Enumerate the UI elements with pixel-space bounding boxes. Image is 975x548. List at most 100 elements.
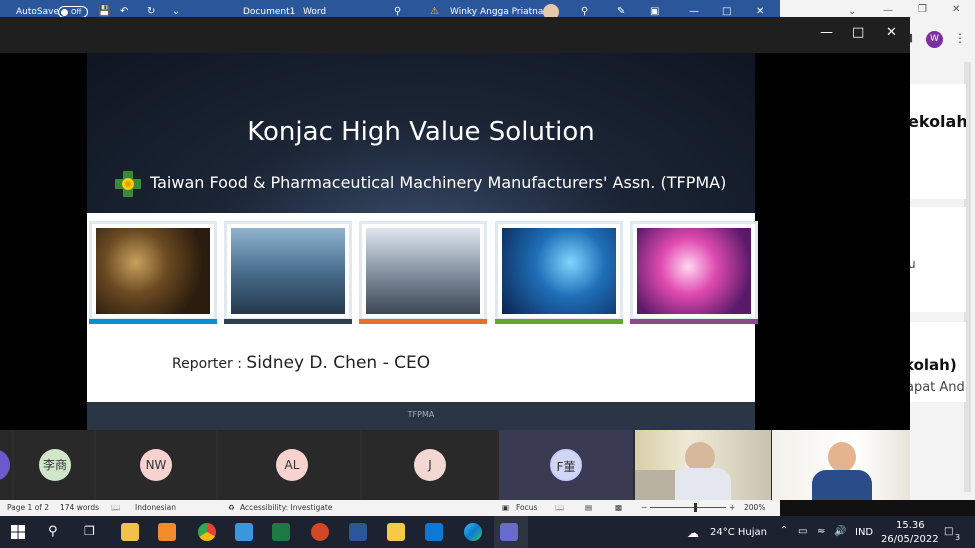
zoom-level[interactable]: 200% [744, 503, 765, 512]
minimize-icon[interactable]: — [883, 5, 893, 16]
close-icon[interactable]: ✕ [886, 25, 897, 40]
read-mode-icon[interactable]: 📖 [555, 503, 564, 512]
background-browser-content: ekolah u kolah) apat And [910, 52, 975, 500]
slide-title: Konjac High Value Solution [247, 117, 595, 147]
slide-photo-ai [495, 221, 623, 324]
globe-icon[interactable]: ⚲ [581, 6, 588, 17]
customize-icon[interactable]: ⌄ [172, 6, 180, 17]
undo-icon[interactable]: ↶ [120, 6, 128, 17]
excel-icon[interactable] [272, 523, 290, 541]
photo-accent-bar [224, 319, 352, 324]
notification-icon[interactable]: □ [944, 526, 953, 537]
participant-video[interactable] [772, 430, 910, 500]
clock-date[interactable]: 26/05/2022 [881, 534, 939, 545]
slide-photo-digital [224, 221, 352, 324]
battery-icon[interactable]: ▭ [798, 526, 807, 537]
chevron-down-icon[interactable]: ⌄ [848, 6, 856, 17]
photo-accent-bar [359, 319, 487, 324]
participants-strip: 李商 NW AL J F董 [0, 430, 910, 500]
participant-tile[interactable] [0, 430, 12, 500]
content-card[interactable]: ekolah [910, 84, 966, 199]
pen-icon[interactable]: ✎ [617, 6, 625, 17]
participant-video[interactable] [635, 430, 771, 500]
participant-avatar: AL [276, 449, 308, 481]
zoom-out-icon[interactable]: − [641, 503, 647, 512]
minimize-icon[interactable]: — [820, 25, 833, 40]
menu-icon[interactable]: ⋮ [954, 31, 966, 45]
word-count[interactable]: 174 words [60, 503, 99, 512]
save-icon[interactable]: 💾 [98, 6, 110, 17]
participant-tile[interactable]: AL [218, 430, 360, 500]
restore-icon[interactable]: ❐ [918, 4, 927, 15]
web-layout-icon[interactable]: ▩ [615, 503, 622, 512]
word-icon[interactable] [349, 523, 367, 541]
slide-photo-ferris-wheel [630, 221, 758, 324]
chevron-up-icon[interactable]: ⌃ [780, 525, 788, 536]
media-player-icon[interactable] [158, 523, 176, 541]
focus-icon: ▣ [502, 503, 510, 512]
store-icon[interactable] [425, 523, 443, 541]
participant-tile[interactable]: J [362, 430, 497, 500]
slide-photo-factory [359, 221, 487, 324]
notification-count: 3 [955, 533, 961, 542]
content-card[interactable]: u [910, 207, 966, 312]
maximize-icon[interactable]: □ [722, 6, 731, 17]
participant-tile-speaking[interactable]: F董 [499, 430, 633, 500]
autosave-label: AutoSave [16, 7, 59, 17]
file-explorer-icon[interactable] [121, 523, 139, 541]
search-icon[interactable]: ⚲ [48, 524, 58, 539]
warning-icon: ⚠ [430, 6, 439, 17]
weather-text[interactable]: 24°C Hujan [710, 527, 767, 538]
accessibility-status[interactable]: Accessibility: Investigate [240, 503, 332, 512]
reporter-name: Sidney D. Chen - CEO [246, 353, 431, 373]
participant-tile[interactable]: NW [96, 430, 216, 500]
files-icon[interactable] [387, 523, 405, 541]
content-card[interactable]: kolah) apat And [910, 322, 966, 402]
clock-time[interactable]: 15.36 [896, 520, 925, 531]
powerpoint-icon[interactable] [311, 523, 329, 541]
edge-icon[interactable] [464, 523, 482, 541]
participant-avatar: 李商 [39, 449, 71, 481]
person-body [671, 468, 731, 500]
task-view-icon[interactable]: ❐ [84, 524, 95, 538]
app-icon[interactable] [235, 523, 253, 541]
language[interactable]: Indonesian [135, 503, 176, 512]
print-layout-icon[interactable]: ▤ [585, 503, 592, 512]
photo-accent-bar [495, 319, 623, 324]
windows-taskbar: ⚲ ❐ ☁ 24°C Hujan ⌃ ▭ ≈ 🔊 IND 15.36 26/05… [0, 516, 975, 548]
photo-accent-bar [630, 319, 758, 324]
close-icon[interactable]: ✕ [952, 4, 960, 15]
profile-avatar[interactable]: W [926, 31, 943, 48]
input-language[interactable]: IND [855, 527, 873, 538]
chrome-icon[interactable] [198, 523, 216, 541]
photo-accent-bar [89, 319, 217, 324]
redo-icon[interactable]: ↻ [147, 6, 155, 17]
presentation-slide: Konjac High Value Solution Taiwan Food &… [87, 53, 758, 425]
user-name[interactable]: Winky Angga Priatna [450, 7, 543, 17]
windows-start-icon[interactable] [11, 525, 25, 539]
document-title: Document1 [243, 7, 296, 17]
zoom-in-icon[interactable]: + [729, 503, 735, 512]
focus-mode[interactable]: Focus [516, 503, 537, 512]
tfpma-logo [115, 171, 141, 197]
wifi-icon[interactable]: ≈ [817, 526, 825, 537]
close-icon[interactable]: ✕ [756, 6, 764, 17]
app-name: Word [303, 7, 327, 17]
organization-name: Taiwan Food & Pharmaceutical Machinery M… [150, 173, 727, 192]
proofing-icon[interactable]: 📖 [111, 503, 120, 512]
desk [635, 470, 675, 500]
minimize-icon[interactable]: — [689, 6, 699, 17]
search-icon[interactable]: ⚲ [394, 6, 401, 17]
volume-icon[interactable]: 🔊 [834, 526, 846, 537]
word-status-bar: Page 1 of 2 174 words 📖 Indonesian ♻ Acc… [0, 500, 780, 516]
slide-footer: TFPMA [87, 402, 755, 430]
reporter-line: Reporter : Sidney D. Chen - CEO [172, 353, 430, 373]
page-count[interactable]: Page 1 of 2 [7, 503, 49, 512]
zoom-slider[interactable] [650, 507, 726, 508]
maximize-icon[interactable]: □ [852, 25, 864, 40]
zoom-slider-thumb[interactable] [694, 503, 697, 512]
participant-tile[interactable]: 李商 [14, 430, 94, 500]
person-body [812, 470, 872, 500]
ribbon-display-icon[interactable]: ▣ [650, 6, 659, 17]
slide-photo-gears [89, 221, 217, 324]
